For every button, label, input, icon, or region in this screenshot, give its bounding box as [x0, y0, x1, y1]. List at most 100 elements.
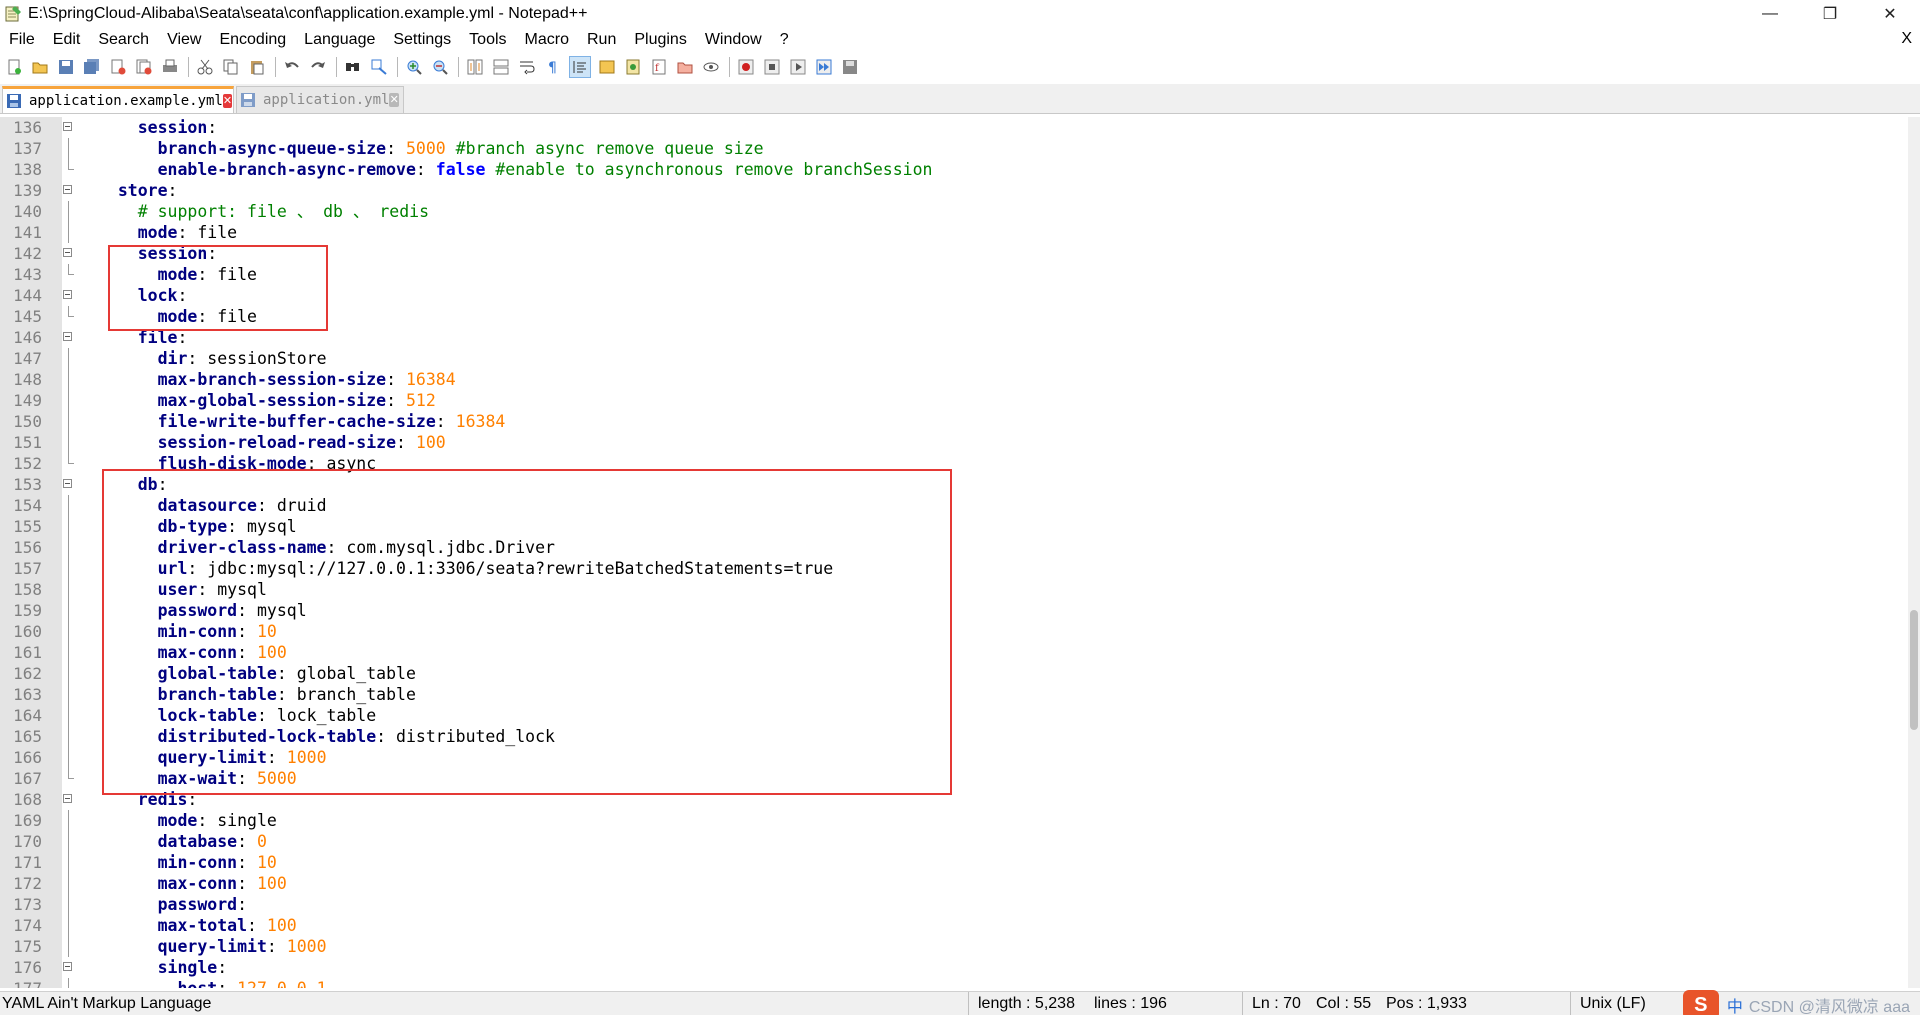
fold-toggle-icon[interactable] [63, 794, 72, 803]
code-line[interactable]: 167 max-wait: 5000 [0, 768, 1908, 789]
copy-icon[interactable] [221, 57, 241, 77]
code-line[interactable]: 156 driver-class-name: com.mysql.jdbc.Dr… [0, 537, 1908, 558]
code-line[interactable]: 159 password: mysql [0, 600, 1908, 621]
monitoring-eye-icon[interactable] [701, 57, 721, 77]
fold-toggle-icon[interactable] [63, 962, 72, 971]
code-line[interactable]: 170 database: 0 [0, 831, 1908, 852]
code-line[interactable]: 154 datasource: druid [0, 495, 1908, 516]
code-line[interactable]: 151 session-reload-read-size: 100 [0, 432, 1908, 453]
code-line[interactable]: 152 flush-disk-mode: async [0, 453, 1908, 474]
close-window-button[interactable]: ✕ [1860, 0, 1920, 28]
code-line[interactable]: 177 host: 127.0.0.1 [0, 978, 1908, 988]
folder-workspace-icon[interactable] [675, 57, 695, 77]
code-line[interactable]: 146 file: [0, 327, 1908, 348]
code-line[interactable]: 157 url: jdbc:mysql://127.0.0.1:3306/sea… [0, 558, 1908, 579]
undo-icon[interactable] [282, 57, 302, 77]
menu-window[interactable]: Window [696, 31, 771, 49]
code-line[interactable]: 160 min-conn: 10 [0, 621, 1908, 642]
menu-settings[interactable]: Settings [384, 31, 460, 49]
code-line[interactable]: 164 lock-table: lock_table [0, 705, 1908, 726]
tab-application-yml[interactable]: application.yml ✕ [236, 86, 404, 113]
run-macro-multiple-icon[interactable] [814, 57, 834, 77]
code-line[interactable]: 165 distributed-lock-table: distributed_… [0, 726, 1908, 747]
code-line[interactable]: 138 enable-branch-async-remove: false #e… [0, 159, 1908, 180]
tab-application-example-yml[interactable]: application.example.yml ✕ [2, 86, 234, 113]
fold-toggle-icon[interactable] [63, 332, 72, 341]
fold-toggle-icon[interactable] [63, 248, 72, 257]
code-line[interactable]: 145 mode: file [0, 306, 1908, 327]
menu-view[interactable]: View [158, 31, 210, 49]
code-line[interactable]: 136 session: [0, 117, 1908, 138]
menu-search[interactable]: Search [89, 31, 158, 49]
code-line[interactable]: 137 branch-async-queue-size: 5000 #branc… [0, 138, 1908, 159]
record-macro-icon[interactable] [736, 57, 756, 77]
code-line[interactable]: 175 query-limit: 1000 [0, 936, 1908, 957]
code-line[interactable]: 166 query-limit: 1000 [0, 747, 1908, 768]
redo-icon[interactable] [308, 57, 328, 77]
code-editor[interactable]: 136 session: 137 branch-async-queue-size:… [0, 117, 1908, 988]
menu-plugins[interactable]: Plugins [625, 31, 695, 49]
fold-toggle-icon[interactable] [63, 290, 72, 299]
menu-file[interactable]: File [0, 31, 44, 49]
sync-vertical-icon[interactable] [465, 57, 485, 77]
code-line[interactable]: 147 dir: sessionStore [0, 348, 1908, 369]
minimize-button[interactable]: — [1740, 0, 1800, 28]
menu-macro[interactable]: Macro [516, 31, 578, 49]
menu-run[interactable]: Run [578, 31, 625, 49]
zoom-in-icon[interactable] [404, 57, 424, 77]
close-tab-icon[interactable]: ✕ [222, 94, 233, 108]
code-line[interactable]: 140 # support: file 、 db 、 redis [0, 201, 1908, 222]
find-icon[interactable] [343, 57, 363, 77]
paste-icon[interactable] [247, 57, 267, 77]
code-line[interactable]: 143 mode: file [0, 264, 1908, 285]
menu-help[interactable]: ? [771, 31, 798, 49]
menu-encoding[interactable]: Encoding [210, 31, 295, 49]
scrollbar-thumb[interactable] [1910, 610, 1918, 730]
code-line[interactable]: 162 global-table: global_table [0, 663, 1908, 684]
cut-icon[interactable] [195, 57, 215, 77]
code-line[interactable]: 161 max-conn: 100 [0, 642, 1908, 663]
code-line[interactable]: 149 max-global-session-size: 512 [0, 390, 1908, 411]
play-macro-icon[interactable] [788, 57, 808, 77]
user-language-icon[interactable] [597, 57, 617, 77]
code-line[interactable]: 141 mode: file [0, 222, 1908, 243]
code-line[interactable]: 168 redis: [0, 789, 1908, 810]
code-line[interactable]: 155 db-type: mysql [0, 516, 1908, 537]
code-line[interactable]: 158 user: mysql [0, 579, 1908, 600]
vertical-scrollbar[interactable] [1908, 117, 1920, 988]
show-all-chars-icon[interactable]: ¶ [543, 57, 563, 77]
replace-icon[interactable] [369, 57, 389, 77]
code-line[interactable]: 176 single: [0, 957, 1908, 978]
zoom-out-icon[interactable] [430, 57, 450, 77]
open-file-icon[interactable] [30, 57, 50, 77]
save-all-icon[interactable] [82, 57, 102, 77]
menu-edit[interactable]: Edit [44, 31, 90, 49]
doc-map-icon[interactable] [623, 57, 643, 77]
close-document-button[interactable]: X [1901, 30, 1912, 48]
stop-macro-icon[interactable] [762, 57, 782, 77]
code-line[interactable]: 172 max-conn: 100 [0, 873, 1908, 894]
fold-toggle-icon[interactable] [63, 185, 72, 194]
menu-language[interactable]: Language [295, 31, 384, 49]
code-line[interactable]: 139 store: [0, 180, 1908, 201]
function-list-icon[interactable]: f [649, 57, 669, 77]
restore-button[interactable]: ❐ [1800, 0, 1860, 28]
print-icon[interactable] [160, 57, 180, 77]
code-line[interactable]: 148 max-branch-session-size: 16384 [0, 369, 1908, 390]
code-line[interactable]: 171 min-conn: 10 [0, 852, 1908, 873]
close-all-icon[interactable] [134, 57, 154, 77]
fold-toggle-icon[interactable] [63, 479, 72, 488]
close-file-icon[interactable] [108, 57, 128, 77]
menu-tools[interactable]: Tools [460, 31, 515, 49]
code-line[interactable]: 173 password: [0, 894, 1908, 915]
new-file-icon[interactable] [4, 57, 24, 77]
close-tab-icon[interactable]: ✕ [389, 93, 399, 107]
save-macro-icon[interactable] [840, 57, 860, 77]
code-line[interactable]: 142 session: [0, 243, 1908, 264]
code-line[interactable]: 163 branch-table: branch_table [0, 684, 1908, 705]
code-line[interactable]: 153 db: [0, 474, 1908, 495]
code-line[interactable]: 169 mode: single [0, 810, 1908, 831]
save-icon[interactable] [56, 57, 76, 77]
fold-toggle-icon[interactable] [63, 122, 72, 131]
code-line[interactable]: 150 file-write-buffer-cache-size: 16384 [0, 411, 1908, 432]
